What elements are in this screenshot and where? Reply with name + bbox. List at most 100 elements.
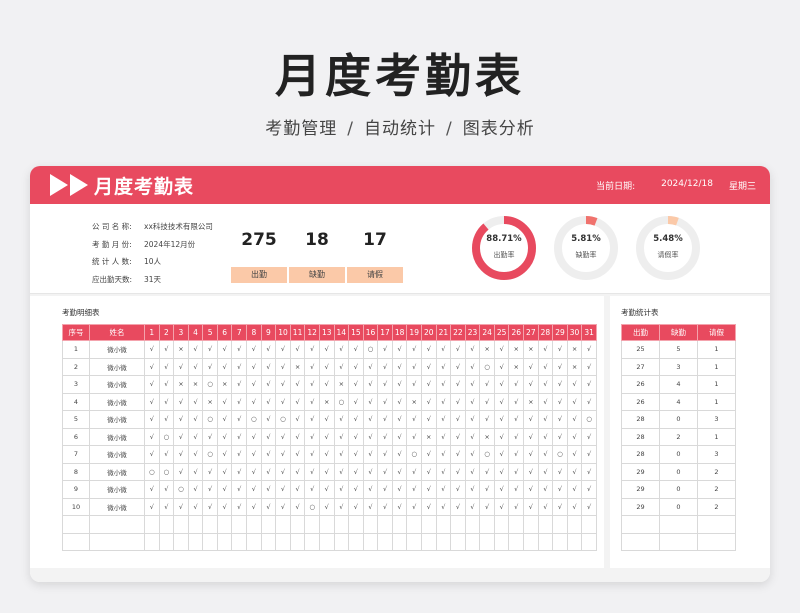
stat-cell: 4 bbox=[659, 375, 698, 394]
attendance-mark: √ bbox=[508, 375, 525, 394]
attendance-mark: √ bbox=[450, 445, 466, 464]
table-row: 29 0 2 bbox=[621, 480, 736, 499]
weekday: 星期三 bbox=[728, 181, 756, 192]
attendance-mark: √ bbox=[158, 480, 175, 499]
table-row: 9 微小微 √ √ ○ √ √ √ √ √ √ √ √ √ √ √ √ √ √ √ √ √ √ √ √ √ √ √ √ √ √ √ √ bbox=[62, 480, 597, 499]
attendance-mark: √ bbox=[391, 427, 408, 446]
hero-subtitle: 考勤管理 / 自动统计 / 图表分析 bbox=[0, 114, 800, 139]
attendance-mark: √ bbox=[508, 427, 525, 446]
attendance-mark: √ bbox=[581, 480, 597, 499]
day-header: 18 bbox=[391, 324, 408, 341]
info-row: 考 勤 月 份: 2024年12月份 bbox=[92, 236, 213, 254]
play-arrows-icon bbox=[50, 173, 90, 197]
attendance-mark: √ bbox=[187, 427, 204, 446]
attendance-mark: √ bbox=[479, 392, 495, 411]
row-index: 10 bbox=[62, 497, 90, 516]
attendance-mark: √ bbox=[333, 497, 350, 516]
empty-cell bbox=[523, 532, 539, 551]
attendance-mark: × bbox=[318, 392, 335, 411]
attendance-mark: √ bbox=[450, 427, 466, 446]
attendance-mark: ○ bbox=[173, 480, 189, 499]
empty-cell bbox=[566, 532, 583, 551]
employee-name: 微小微 bbox=[89, 480, 145, 499]
table-row: 28 2 1 bbox=[621, 427, 736, 446]
attendance-mark: √ bbox=[231, 427, 248, 446]
attendance-mark: √ bbox=[216, 445, 233, 464]
empty-cell bbox=[420, 532, 437, 551]
attendance-mark: √ bbox=[348, 480, 364, 499]
attendance-mark: √ bbox=[304, 462, 320, 481]
empty-cell bbox=[304, 532, 320, 551]
attendance-mark: √ bbox=[493, 427, 510, 446]
attendance-mark: √ bbox=[202, 340, 218, 359]
attendance-mark: √ bbox=[318, 480, 335, 499]
empty-cell bbox=[566, 515, 583, 534]
empty-row bbox=[621, 515, 736, 534]
attendance-mark: √ bbox=[187, 445, 204, 464]
day-header: 25 bbox=[493, 324, 510, 341]
row-index: 5 bbox=[62, 410, 90, 429]
attendance-mark: √ bbox=[333, 357, 350, 376]
attendance-mark: × bbox=[508, 340, 525, 359]
attendance-mark: √ bbox=[202, 427, 218, 446]
rate-rings: 88.71% 出勤率 5.81% 缺勤率 5.48% 请假率 bbox=[470, 214, 716, 282]
attendance-mark: √ bbox=[289, 462, 306, 481]
attendance-mark: √ bbox=[450, 410, 466, 429]
attendance-mark: √ bbox=[566, 480, 583, 499]
attendance-mark: √ bbox=[348, 375, 364, 394]
attendance-mark: ○ bbox=[202, 445, 218, 464]
attendance-mark: √ bbox=[362, 375, 379, 394]
empty-cell bbox=[187, 515, 204, 534]
day-header: 12 bbox=[304, 324, 320, 341]
attendance-mark: √ bbox=[333, 410, 350, 429]
employee-name: 微小微 bbox=[89, 462, 145, 481]
empty-cell bbox=[435, 532, 452, 551]
attendance-mark: √ bbox=[144, 445, 160, 464]
ring-label: 缺勤率 bbox=[575, 251, 597, 259]
attendance-mark: √ bbox=[479, 410, 495, 429]
attendance-mark: √ bbox=[231, 445, 248, 464]
attendance-mark: ○ bbox=[202, 410, 218, 429]
table-row: 26 4 1 bbox=[621, 375, 736, 394]
day-header: 9 bbox=[260, 324, 277, 341]
ring-text: 5.81% 缺勤率 bbox=[552, 234, 620, 260]
stat-cell: 1 bbox=[697, 427, 736, 446]
attendance-mark: √ bbox=[552, 427, 568, 446]
attendance-mark: √ bbox=[348, 462, 364, 481]
attendance-mark: × bbox=[420, 427, 437, 446]
employee-name: 微小微 bbox=[89, 357, 145, 376]
attendance-mark: √ bbox=[391, 392, 408, 411]
attendance-mark: √ bbox=[144, 497, 160, 516]
row-index: 6 bbox=[62, 427, 90, 446]
attendance-mark: √ bbox=[406, 480, 422, 499]
subtitle-item: 自动统计 bbox=[364, 119, 436, 139]
empty-cell bbox=[289, 532, 306, 551]
empty-cell bbox=[304, 515, 320, 534]
attendance-mark: √ bbox=[216, 497, 233, 516]
current-date: 当前日期: 2024/12/18 星期三 bbox=[596, 179, 756, 192]
attendance-mark: √ bbox=[362, 357, 379, 376]
attendance-mark: √ bbox=[260, 340, 277, 359]
attendance-mark: √ bbox=[246, 392, 262, 411]
attendance-mark: √ bbox=[275, 462, 291, 481]
attendance-mark: √ bbox=[216, 462, 233, 481]
attendance-mark: √ bbox=[566, 410, 583, 429]
stat-cell: 2 bbox=[659, 427, 698, 446]
attendance-mark: √ bbox=[275, 340, 291, 359]
attendance-mark: √ bbox=[464, 340, 481, 359]
attendance-mark: √ bbox=[581, 427, 597, 446]
attendance-mark: √ bbox=[493, 462, 510, 481]
attendance-mark: √ bbox=[275, 480, 291, 499]
rate-ring: 5.48% 请假率 bbox=[634, 214, 702, 282]
empty-cell bbox=[333, 515, 350, 534]
attendance-mark: √ bbox=[377, 410, 393, 429]
attendance-mark: √ bbox=[537, 410, 554, 429]
day-header: 30 bbox=[566, 324, 583, 341]
statistics-title: 考勤统计表 bbox=[621, 308, 659, 317]
empty-cell bbox=[62, 515, 90, 534]
detail-panel: 考勤明细表 序号 姓名 1 2 3 4 5 6 7 8 9 10 11 12 13 14 15 16 17 18 19 2… bbox=[30, 296, 604, 568]
table-row: 29 0 2 bbox=[621, 462, 736, 481]
stat-cell: 2 bbox=[697, 480, 736, 499]
info-label: 考 勤 月 份: bbox=[92, 239, 132, 249]
attendance-mark: √ bbox=[144, 427, 160, 446]
